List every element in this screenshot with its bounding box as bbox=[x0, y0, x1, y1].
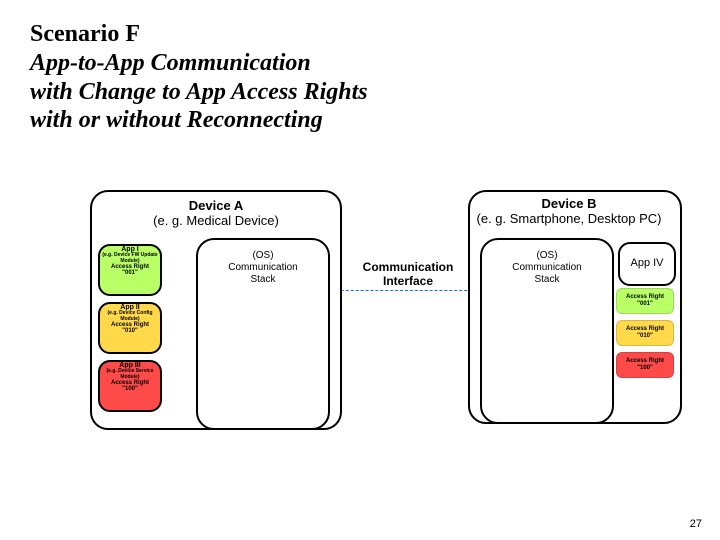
stack-b: (OS) Communication Stack bbox=[480, 238, 614, 424]
right-1-lbl: Access Right bbox=[617, 294, 673, 301]
stack-b-l3: Stack bbox=[482, 274, 612, 286]
title-line-1: Scenario F bbox=[30, 20, 690, 49]
device-a-name: Device A bbox=[189, 198, 243, 213]
stack-b-l2: Communication bbox=[482, 262, 612, 274]
app-1-sub: (e.g. Device FW Update Module) bbox=[100, 253, 160, 264]
app-2: App II (e.g. Device Config Module) Acces… bbox=[98, 302, 162, 354]
right-3-val: "100" bbox=[617, 365, 673, 372]
app-3-sub: (e.g. Device Service Module) bbox=[100, 369, 160, 380]
right-2: Access Right "010" bbox=[616, 320, 674, 346]
right-2-val: "010" bbox=[617, 333, 673, 340]
page-number: 27 bbox=[690, 518, 702, 530]
right-1: Access Right "001" bbox=[616, 288, 674, 314]
app-2-sub: (e.g. Device Config Module) bbox=[100, 311, 160, 322]
ci-l2: Interface bbox=[348, 274, 468, 288]
stack-a-l3: Stack bbox=[198, 274, 328, 286]
right-1-val: "001" bbox=[617, 301, 673, 308]
stack-b-l1: (OS) bbox=[482, 250, 612, 262]
ci-l1: Communication bbox=[348, 260, 468, 274]
app-1-arval: "001" bbox=[100, 270, 160, 276]
right-2-lbl: Access Right bbox=[617, 326, 673, 333]
app-2-arval: "010" bbox=[100, 328, 160, 334]
device-a-example: (e. g. Medical Device) bbox=[153, 213, 279, 228]
app-4-name: App IV bbox=[630, 258, 663, 270]
title-line-3: with Change to App Access Rights bbox=[30, 78, 690, 107]
slide: Scenario F App-to-App Communication with… bbox=[0, 0, 720, 540]
connector-stackA-stackB bbox=[326, 290, 482, 291]
stack-a-l2: Communication bbox=[198, 262, 328, 274]
title-line-2: App-to-App Communication bbox=[30, 49, 690, 78]
device-b-example: (e. g. Smartphone, Desktop PC) bbox=[477, 211, 662, 226]
app-3: App III (e.g. Device Service Module) Acc… bbox=[98, 360, 162, 412]
right-3-lbl: Access Right bbox=[617, 358, 673, 365]
app-3-arval: "100" bbox=[100, 386, 160, 392]
device-b-title: Device B (e. g. Smartphone, Desktop PC) bbox=[414, 196, 720, 226]
app-4: App IV bbox=[618, 242, 676, 286]
right-3: Access Right "100" bbox=[616, 352, 674, 378]
diagram: Device A (e. g. Medical Device) (OS) Com… bbox=[34, 190, 686, 440]
title-line-4: with or without Reconnecting bbox=[30, 106, 690, 135]
comm-interface-label: Communication Interface bbox=[348, 260, 468, 288]
device-b-name: Device B bbox=[542, 196, 597, 211]
stack-a-l1: (OS) bbox=[198, 250, 328, 262]
device-a-title: Device A (e. g. Medical Device) bbox=[92, 198, 340, 228]
stack-a: (OS) Communication Stack bbox=[196, 238, 330, 430]
title-block: Scenario F App-to-App Communication with… bbox=[30, 20, 690, 135]
app-1: App I (e.g. Device FW Update Module) Acc… bbox=[98, 244, 162, 296]
